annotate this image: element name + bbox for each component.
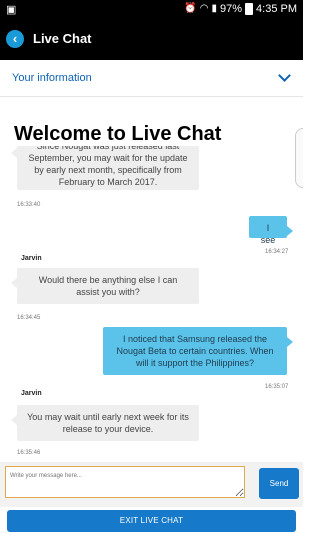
- page-title: Live Chat: [33, 31, 92, 46]
- exit-live-chat-button[interactable]: EXIT LIVE CHAT: [7, 510, 296, 532]
- send-button[interactable]: Send: [259, 468, 299, 499]
- signal-icon: ▮: [211, 3, 217, 14]
- alarm-icon: ⏰: [184, 3, 197, 14]
- user-message: I noticed that Samsung released the Noug…: [103, 327, 293, 375]
- status-bar: ▣ ⏰ ◠ ▮ 97% 4:35 PM: [0, 0, 303, 18]
- message-text: I noticed that Samsung released the Noug…: [116, 334, 274, 368]
- status-icons: ⏰ ◠ ▮ 97% 4:35 PM: [184, 3, 297, 15]
- message-text: Would there be anything else I can assis…: [38, 275, 178, 297]
- message-timestamp: 16:34:27: [265, 249, 289, 255]
- scroll-handle[interactable]: [295, 128, 303, 188]
- sender-name: Jarvin: [21, 255, 42, 262]
- message-text: You may wait until early next week for i…: [27, 412, 189, 434]
- app-bar: ‹ Live Chat: [0, 18, 303, 60]
- notification-icon: ▣: [6, 4, 17, 16]
- user-message: I see: [249, 216, 293, 245]
- chat-transcript[interactable]: Since Nougat was just released last Sept…: [0, 98, 303, 462]
- back-arrow-icon[interactable]: ‹: [6, 30, 24, 48]
- clock: 4:35 PM: [256, 3, 297, 15]
- sender-name: Jarvin: [21, 390, 42, 397]
- agent-message: Would there be anything else I can assis…: [11, 268, 199, 304]
- message-timestamp: 16:35:46: [17, 450, 41, 456]
- message-text: Since Nougat was just released last Sept…: [28, 141, 188, 187]
- your-information-toggle[interactable]: Your information: [0, 60, 303, 97]
- battery-icon: [245, 3, 254, 15]
- message-input[interactable]: [5, 466, 245, 498]
- chevron-down-icon: [278, 69, 291, 82]
- message-timestamp: 16:35:07: [265, 384, 289, 390]
- composer: Send: [0, 462, 303, 507]
- info-label: Your information: [12, 72, 92, 84]
- message-timestamp: 16:33:40: [17, 202, 41, 208]
- welcome-heading: Welcome to Live Chat: [14, 123, 228, 147]
- agent-message: You may wait until early next week for i…: [11, 405, 199, 441]
- message-timestamp: 16:34:45: [17, 315, 41, 321]
- battery-percent: 97%: [220, 3, 243, 15]
- wifi-icon: ◠: [199, 3, 209, 14]
- message-text: I see: [260, 223, 276, 245]
